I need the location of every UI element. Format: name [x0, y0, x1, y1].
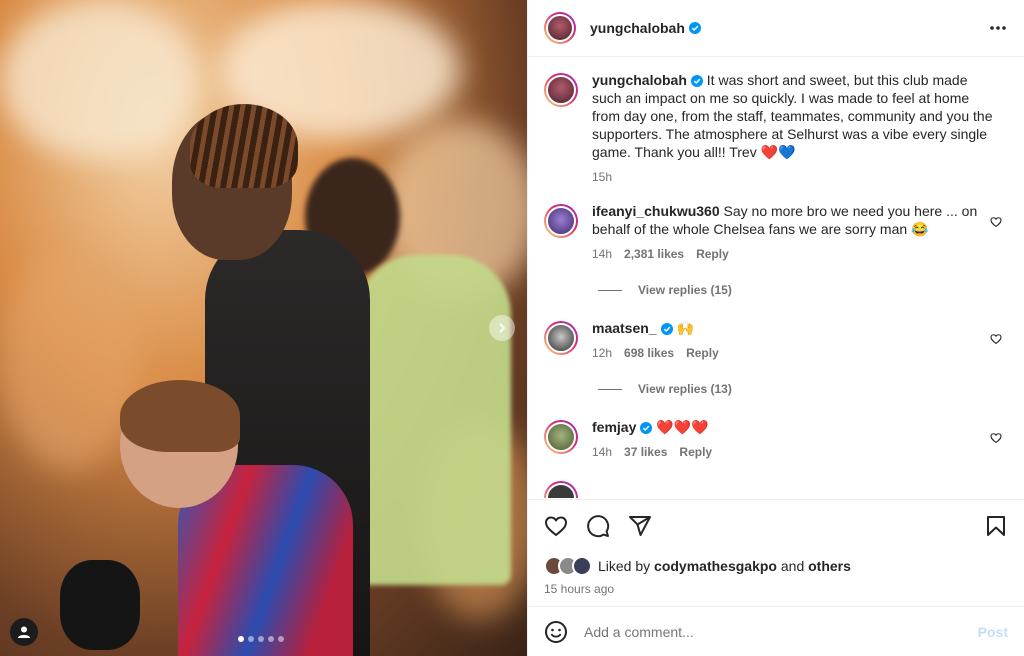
liked-by-avatars[interactable] [544, 556, 592, 576]
verified-badge-icon [688, 22, 701, 34]
comment-reply-button[interactable]: Reply [679, 443, 712, 461]
carousel-dot [238, 636, 244, 642]
comment-username[interactable]: maatsen_ [592, 320, 657, 336]
verified-badge-icon [690, 75, 703, 87]
caption-time[interactable]: 15h [592, 168, 612, 186]
author-username[interactable]: yungchalobah [590, 20, 685, 36]
comment-username[interactable]: femjay [592, 419, 636, 435]
action-icons [544, 514, 1008, 538]
comment-body: ❤️❤️❤️ [656, 419, 709, 435]
commenter-avatar[interactable] [544, 204, 578, 238]
comment-like-heart-icon[interactable] [990, 432, 1002, 444]
share-icon[interactable] [628, 514, 652, 538]
view-replies-line [598, 388, 622, 390]
chevron-right-icon [499, 323, 506, 333]
author-avatar[interactable] [544, 12, 576, 44]
comment-time[interactable]: 14h [592, 245, 612, 263]
post-actions: Liked by codymathesgakpo and others 15 h… [528, 499, 1024, 599]
author-avatar[interactable] [544, 73, 578, 107]
view-replies-label: View replies (13) [638, 382, 732, 396]
comment-time[interactable]: 12h [592, 344, 612, 362]
liked-by-others[interactable]: others [808, 558, 851, 574]
commenter-avatar[interactable] [544, 420, 578, 454]
view-replies-line [598, 289, 622, 291]
carousel-dot [278, 636, 284, 642]
photo-main-player-hair [190, 104, 298, 188]
caption-meta: 15h [592, 168, 996, 186]
comment-row: femjay ❤️❤️❤️ 14h 37 likes Reply [544, 418, 1008, 461]
more-options-icon[interactable] [988, 18, 1008, 38]
liked-by-row: Liked by codymathesgakpo and others [544, 556, 1008, 576]
comment-row: maatsen_ 🙌 12h 698 likes Reply [544, 319, 1008, 362]
liked-by-prefix: Liked by [598, 558, 651, 574]
verified-badge-icon [640, 422, 653, 434]
comment-meta: 14h 37 likes Reply [592, 443, 980, 461]
caption-username[interactable]: yungchalobah [592, 72, 687, 88]
comment-like-count[interactable]: 2,381 likes [624, 245, 684, 263]
post-comment-button[interactable]: Post [978, 624, 1008, 640]
photo-glove [60, 560, 140, 650]
comment-text: femjay ❤️❤️❤️ [592, 418, 980, 436]
photo-mascot-hair [120, 380, 240, 452]
comment-time[interactable]: 14h [592, 443, 612, 461]
view-replies-button[interactable]: View replies (15) [598, 283, 1008, 297]
next-slide-button[interactable] [489, 315, 515, 341]
comment-row: ifeanyi_chukwu360 Say no more bro we nee… [544, 202, 1008, 263]
post-side-panel: yungchalobah yungchalobah It was short a… [527, 0, 1024, 656]
comment-like-heart-icon[interactable] [990, 333, 1002, 345]
add-comment-bar: Post [528, 606, 1024, 656]
comment-icon[interactable] [586, 514, 610, 538]
caption-row: yungchalobah It was short and sweet, but… [544, 71, 1008, 186]
liked-by-and: and [780, 558, 805, 574]
carousel-dot [258, 636, 264, 642]
user-icon [18, 626, 30, 638]
emoji-icon[interactable] [544, 620, 568, 644]
commenter-avatar[interactable] [544, 321, 578, 355]
liked-by-user[interactable]: codymathesgakpo [654, 558, 777, 574]
verified-badge-icon [660, 323, 673, 335]
comment-like-heart-icon[interactable] [990, 216, 1002, 228]
like-heart-icon[interactable] [544, 514, 568, 538]
comment-reply-button[interactable]: Reply [686, 344, 719, 362]
comment-like-count[interactable]: 698 likes [624, 344, 674, 362]
carousel-dot [248, 636, 254, 642]
commenter-avatar[interactable] [544, 481, 578, 498]
comments-list[interactable]: yungchalobah It was short and sweet, but… [528, 57, 1024, 498]
add-comment-input[interactable] [584, 623, 978, 640]
tagged-users-button[interactable] [10, 618, 38, 646]
photo-background-player [356, 255, 511, 585]
comment-reply-button[interactable]: Reply [696, 245, 729, 263]
comment-text: maatsen_ 🙌 [592, 319, 980, 337]
view-replies-button[interactable]: View replies (13) [598, 382, 1008, 396]
view-replies-label: View replies (15) [638, 283, 732, 297]
comment-meta: 14h 2,381 likes Reply [592, 245, 980, 263]
comment-meta: 12h 698 likes Reply [592, 344, 980, 362]
post-media[interactable] [0, 0, 527, 656]
liker-avatar [572, 556, 592, 576]
comment-username[interactable]: ifeanyi_chukwu360 [592, 203, 720, 219]
carousel-dot [268, 636, 274, 642]
comment-row-partial [544, 479, 1008, 498]
caption-text: yungchalobah It was short and sweet, but… [592, 71, 996, 161]
comment-body: 🙌 [676, 320, 694, 336]
comment-like-count[interactable]: 37 likes [624, 443, 667, 461]
post-time-ago[interactable]: 15 hours ago [544, 582, 1008, 596]
post-header: yungchalobah [528, 0, 1024, 57]
carousel-indicator [238, 636, 284, 642]
bookmark-icon[interactable] [984, 514, 1008, 538]
comment-text: ifeanyi_chukwu360 Say no more bro we nee… [592, 202, 980, 238]
